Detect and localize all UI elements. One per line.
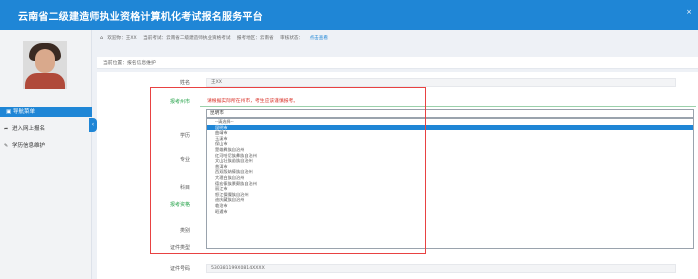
home-icon: ⌂ xyxy=(100,36,103,41)
nav-menu-header-label: 导航菜单 xyxy=(12,109,35,115)
welcome-text: 欢迎你：王XX xyxy=(107,36,137,41)
breadcrumb-bar: 当前位置：报名信息维护 xyxy=(97,57,698,69)
avatar xyxy=(23,41,67,89)
view-status-link[interactable]: 点击查看 xyxy=(310,36,328,41)
app-title: 云南省二级建造师执业资格计算机化考试报名服务平台 xyxy=(18,12,263,23)
exam-text: 当前考试：云南省二级建造师执业资格考试 xyxy=(143,36,231,41)
sidebar-item-education-info[interactable]: ✎ 学历信息维护 xyxy=(0,141,92,151)
sidebar: ▣ 导航菜单 ➦ 进入网上报名 ✎ 学历信息维护 xyxy=(0,30,92,279)
id-no-field: 530381199X0814XXXX xyxy=(206,264,676,273)
highlight-outline xyxy=(150,87,426,254)
sidebar-item-online-signup[interactable]: ➦ 进入网上报名 xyxy=(0,124,92,134)
status-text: 审核状态： xyxy=(280,36,304,41)
sidebar-item-label: 进入网上报名 xyxy=(12,126,46,132)
name-field: 王XX xyxy=(206,78,676,87)
nav-menu-header: ▣ 导航菜单 xyxy=(0,107,92,117)
list-icon: ▣ xyxy=(6,109,13,115)
id-no-label: 证件号码 xyxy=(169,266,190,272)
name-label: 姓名 xyxy=(179,80,190,86)
chevron-left-icon[interactable]: ‹ xyxy=(89,118,97,132)
top-banner: 云南省二级建造师执业资格计算机化考试报名服务平台 × xyxy=(0,0,698,30)
close-icon[interactable]: × xyxy=(686,8,692,16)
pencil-icon: ✎ xyxy=(4,143,9,149)
arrow-icon: ➦ xyxy=(4,126,9,132)
user-info-bar: ⌂ 欢迎你：王XX 当前考试：云南省二级建造师执业资格考试 报考地区：云南省 审… xyxy=(100,34,698,44)
breadcrumb: 当前位置：报名信息维护 xyxy=(103,61,156,66)
sidebar-item-label: 学历信息维护 xyxy=(12,143,46,149)
site-text: 报考地区：云南省 xyxy=(236,36,274,41)
